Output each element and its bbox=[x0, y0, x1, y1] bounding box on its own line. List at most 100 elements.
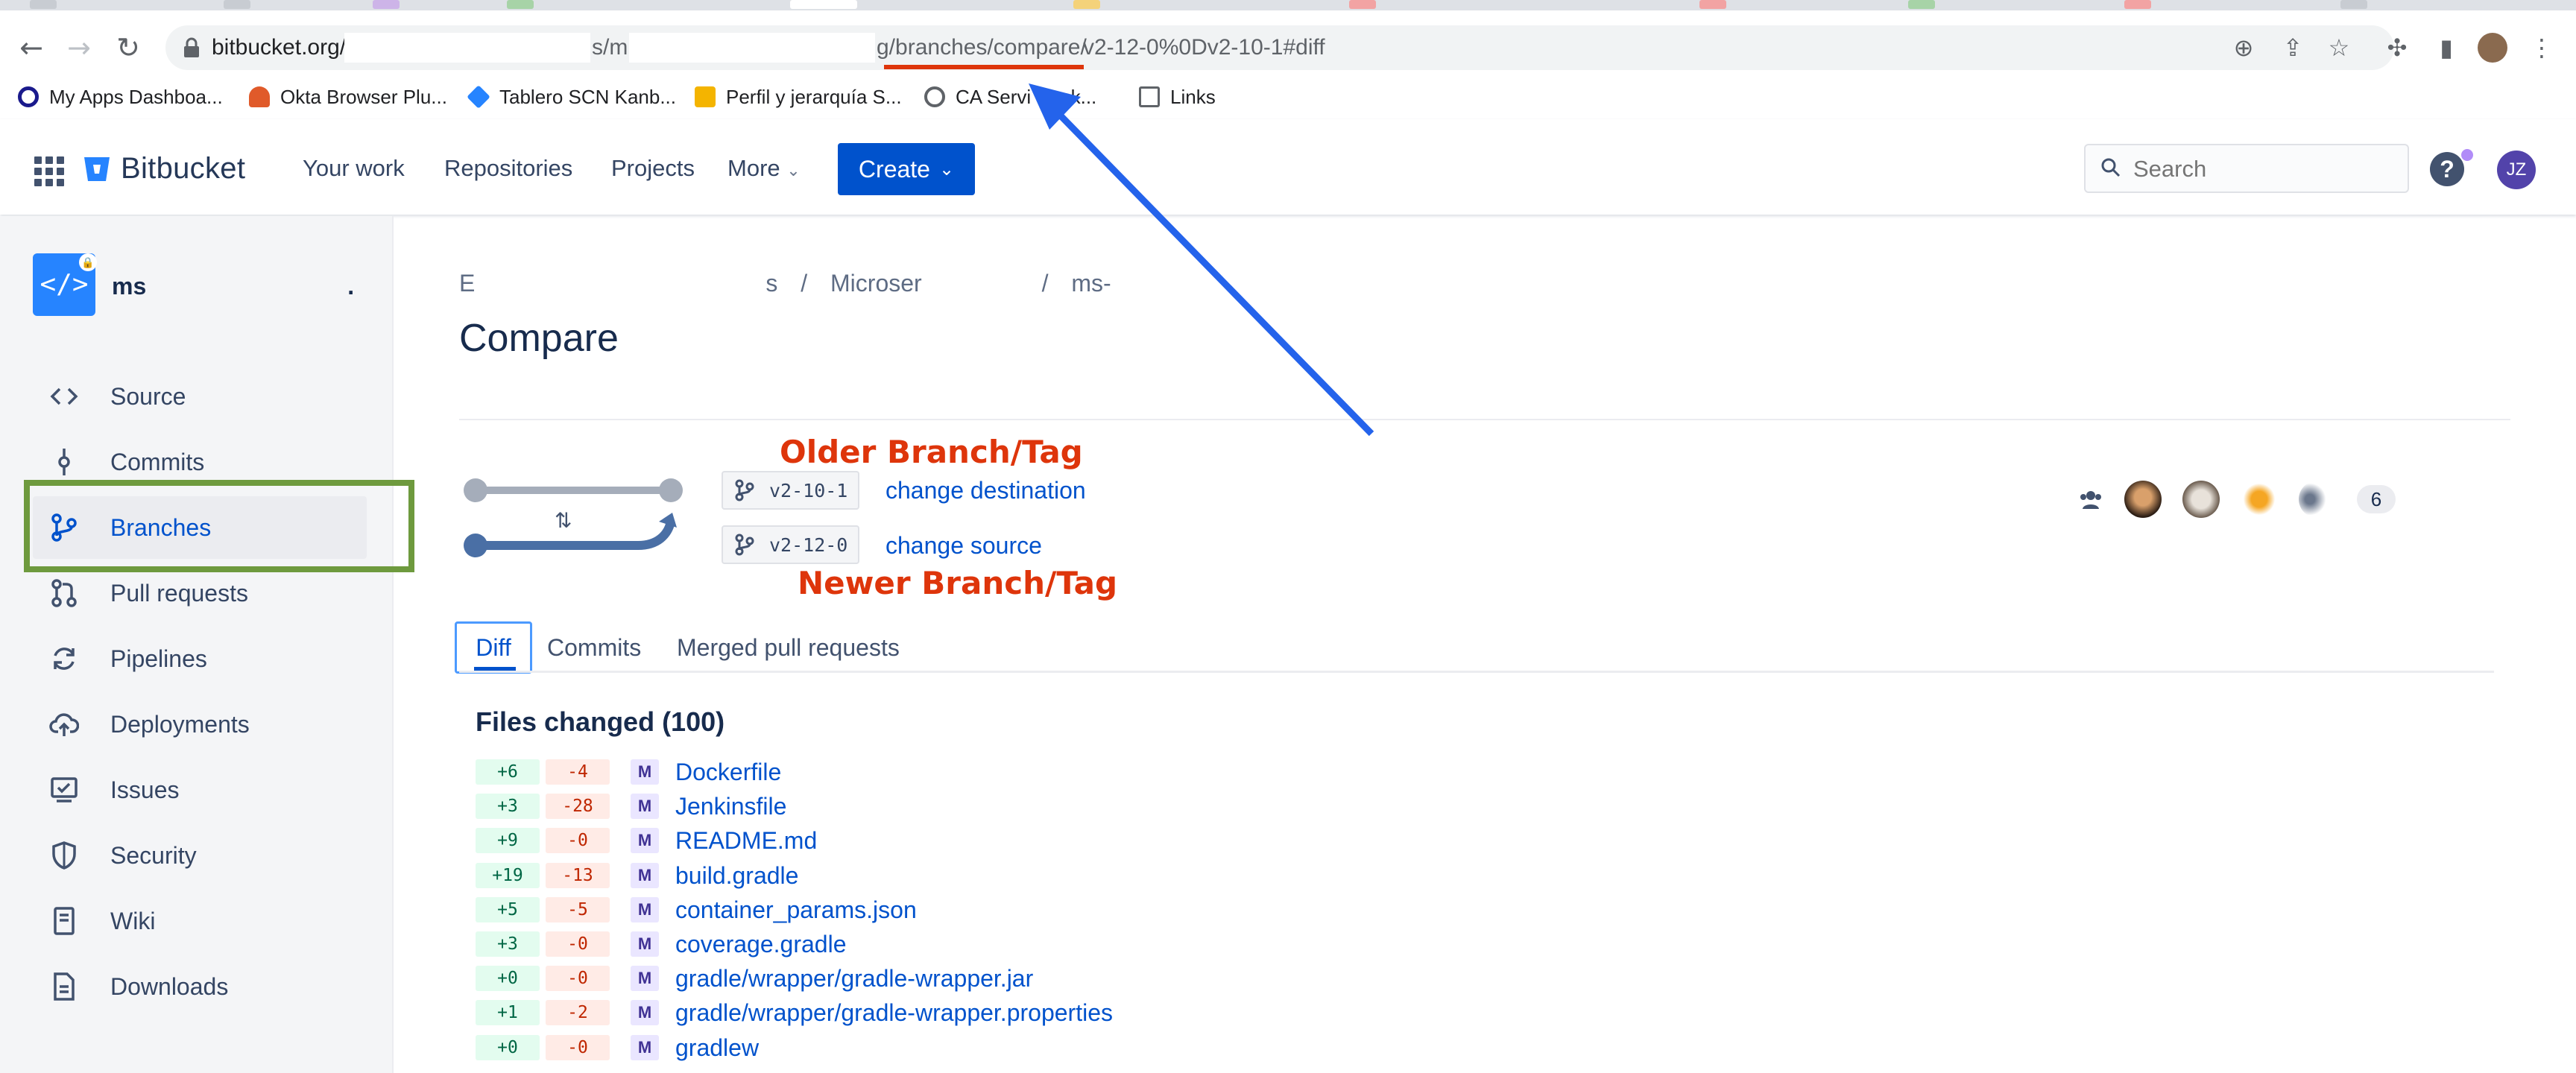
repo-name[interactable]: ms. bbox=[112, 273, 354, 300]
side-panel-icon[interactable]: ▮ bbox=[2431, 33, 2461, 63]
browser-tab[interactable] bbox=[224, 0, 250, 9]
forward-arrow-icon[interactable]: → bbox=[63, 31, 95, 64]
browser-tab[interactable] bbox=[1073, 0, 1100, 9]
bookmark-item[interactable]: Tablero SCN Kanb... bbox=[467, 82, 676, 112]
participant-avatar[interactable] bbox=[2241, 481, 2278, 518]
nav-your-work[interactable]: Your work bbox=[303, 155, 405, 182]
modified-status-badge: M bbox=[631, 1000, 659, 1025]
back-arrow-icon[interactable]: ← bbox=[15, 31, 48, 64]
browser-tab-active[interactable] bbox=[790, 0, 857, 9]
file-link[interactable]: README.md bbox=[675, 827, 817, 855]
file-row[interactable]: +0 -0 Mgradlew bbox=[476, 1033, 759, 1063]
help-icon[interactable]: ? bbox=[2430, 152, 2464, 186]
zoom-icon[interactable]: ⊕ bbox=[2229, 33, 2258, 63]
search-icon bbox=[2101, 158, 2121, 177]
people-icon bbox=[2080, 491, 2101, 509]
participant-count-badge[interactable]: 6 bbox=[2357, 485, 2396, 513]
file-link[interactable]: build.gradle bbox=[675, 862, 798, 890]
profile-avatar[interactable] bbox=[2478, 33, 2507, 63]
nav-repositories[interactable]: Repositories bbox=[444, 155, 572, 182]
file-link[interactable]: Jenkinsfile bbox=[675, 793, 786, 820]
sidebar-item-downloads[interactable]: Downloads bbox=[33, 955, 367, 1018]
breadcrumb-workspace-end[interactable]: s bbox=[765, 270, 777, 297]
bookmark-item[interactable]: My Apps Dashboa... bbox=[18, 82, 223, 112]
okta-plugin-icon bbox=[249, 86, 270, 107]
sidebar-item-issues[interactable]: Issues bbox=[33, 759, 367, 821]
bookmark-item[interactable]: Perfil y jerarquía S... bbox=[695, 82, 902, 112]
participant-avatar[interactable] bbox=[2299, 481, 2336, 518]
browser-tab[interactable] bbox=[1908, 0, 1935, 9]
user-avatar[interactable]: JZ bbox=[2497, 151, 2536, 189]
breadcrumb: Es / Microser / ms- bbox=[459, 270, 1111, 297]
participant-avatar[interactable] bbox=[2124, 481, 2162, 518]
file-icon bbox=[48, 970, 80, 1003]
file-link[interactable]: gradle/wrapper/gradle-wrapper.properties bbox=[675, 999, 1113, 1027]
file-link[interactable]: coverage.gradle bbox=[675, 931, 846, 958]
change-source-link[interactable]: change source bbox=[886, 532, 1042, 560]
redaction bbox=[629, 33, 875, 63]
search-box[interactable] bbox=[2084, 144, 2409, 193]
tab-commits[interactable]: Commits bbox=[547, 621, 641, 674]
file-row[interactable]: +19 -13 Mbuild.gradle bbox=[476, 861, 798, 890]
additions-badge: +6 bbox=[476, 759, 540, 785]
participants: 6 bbox=[2078, 478, 2396, 520]
browser-tab[interactable] bbox=[373, 0, 400, 9]
browser-tab-strip[interactable] bbox=[0, 0, 2576, 10]
file-link[interactable]: gradlew bbox=[675, 1034, 759, 1062]
file-row[interactable]: +3 -28 M Jenkinsfile bbox=[476, 791, 786, 821]
file-link[interactable]: gradle/wrapper/gradle-wrapper.jar bbox=[675, 965, 1033, 993]
bookmark-item[interactable]: CA Servi Desk... bbox=[924, 82, 1096, 112]
share-icon[interactable]: ⇪ bbox=[2278, 33, 2308, 63]
change-destination-link[interactable]: change destination bbox=[886, 477, 1086, 504]
file-row[interactable]: +1 -2 Mgradle/wrapper/gradle-wrapper.prope… bbox=[476, 998, 1113, 1028]
sidebar-item-security[interactable]: Security bbox=[33, 824, 367, 887]
modified-status-badge: M bbox=[631, 863, 659, 888]
address-bar[interactable]: bitbucket.org/b s/m g/branches/compare/ … bbox=[165, 25, 2394, 70]
file-row[interactable]: +6 -4 M Dockerfile bbox=[476, 757, 781, 787]
pull-request-icon bbox=[48, 577, 80, 610]
branches-highlight-annotation bbox=[24, 480, 414, 572]
browser-tab[interactable] bbox=[2340, 0, 2367, 9]
svg-text:⇅: ⇅ bbox=[555, 508, 572, 533]
breadcrumb-project[interactable]: Microser bbox=[830, 270, 922, 297]
deletions-badge: -0 bbox=[546, 1035, 610, 1060]
sidebar-item-pipelines[interactable]: Pipelines bbox=[33, 627, 367, 690]
tab-diff[interactable]: Diff bbox=[455, 621, 532, 674]
file-row[interactable]: +0 -0 Mgradle/wrapper/gradle-wrapper.jar bbox=[476, 963, 1033, 993]
sidebar-item-deployments[interactable]: Deployments bbox=[33, 693, 367, 756]
jira-icon bbox=[467, 85, 490, 109]
browser-tab[interactable] bbox=[2124, 0, 2151, 9]
bitbucket-logo[interactable]: Bitbucket bbox=[82, 152, 245, 186]
nav-projects[interactable]: Projects bbox=[611, 155, 695, 182]
extensions-icon[interactable]: ✣ bbox=[2382, 33, 2412, 63]
sidebar-item-wiki[interactable]: Wiki bbox=[33, 890, 367, 952]
search-input[interactable] bbox=[2132, 153, 2396, 186]
nav-more[interactable]: More ⌄ bbox=[727, 155, 801, 182]
file-row[interactable]: +3 -0 Mcoverage.gradle bbox=[476, 929, 846, 959]
participant-avatar[interactable] bbox=[2182, 481, 2220, 518]
bookmark-star-icon[interactable]: ☆ bbox=[2324, 33, 2354, 63]
logo-text: Bitbucket bbox=[121, 152, 246, 185]
sidebar-item-source[interactable]: Source bbox=[33, 365, 367, 428]
tab-merged-pull-requests[interactable]: Merged pull requests bbox=[677, 621, 900, 674]
bookmark-item[interactable]: Okta Browser Plu... bbox=[249, 82, 447, 112]
reload-icon[interactable]: ↻ bbox=[112, 31, 145, 64]
menu-kebab-icon[interactable]: ⋮ bbox=[2527, 33, 2557, 63]
file-row[interactable]: +9 -0 M README.md bbox=[476, 826, 817, 855]
file-link[interactable]: container_params.json bbox=[675, 896, 917, 924]
browser-tab[interactable] bbox=[1699, 0, 1726, 9]
breadcrumb-workspace[interactable]: E bbox=[459, 270, 475, 297]
breadcrumb-repo[interactable]: ms- bbox=[1071, 270, 1111, 297]
newer-branch-annotation: Newer Branch/Tag bbox=[798, 565, 1118, 601]
file-row[interactable]: +5 -5 Mcontainer_params.json bbox=[476, 895, 917, 925]
create-label: Create bbox=[858, 155, 930, 183]
wiki-icon bbox=[48, 905, 80, 937]
browser-tab[interactable] bbox=[30, 0, 57, 9]
cloud-upload-icon bbox=[48, 708, 80, 741]
browser-tab[interactable] bbox=[507, 0, 534, 9]
create-button[interactable]: Create ⌄ bbox=[838, 143, 975, 195]
bookmark-item[interactable]: Links bbox=[1139, 82, 1216, 112]
browser-tab[interactable] bbox=[1349, 0, 1376, 9]
file-link[interactable]: Dockerfile bbox=[675, 759, 781, 786]
app-switcher-icon[interactable] bbox=[34, 156, 64, 186]
